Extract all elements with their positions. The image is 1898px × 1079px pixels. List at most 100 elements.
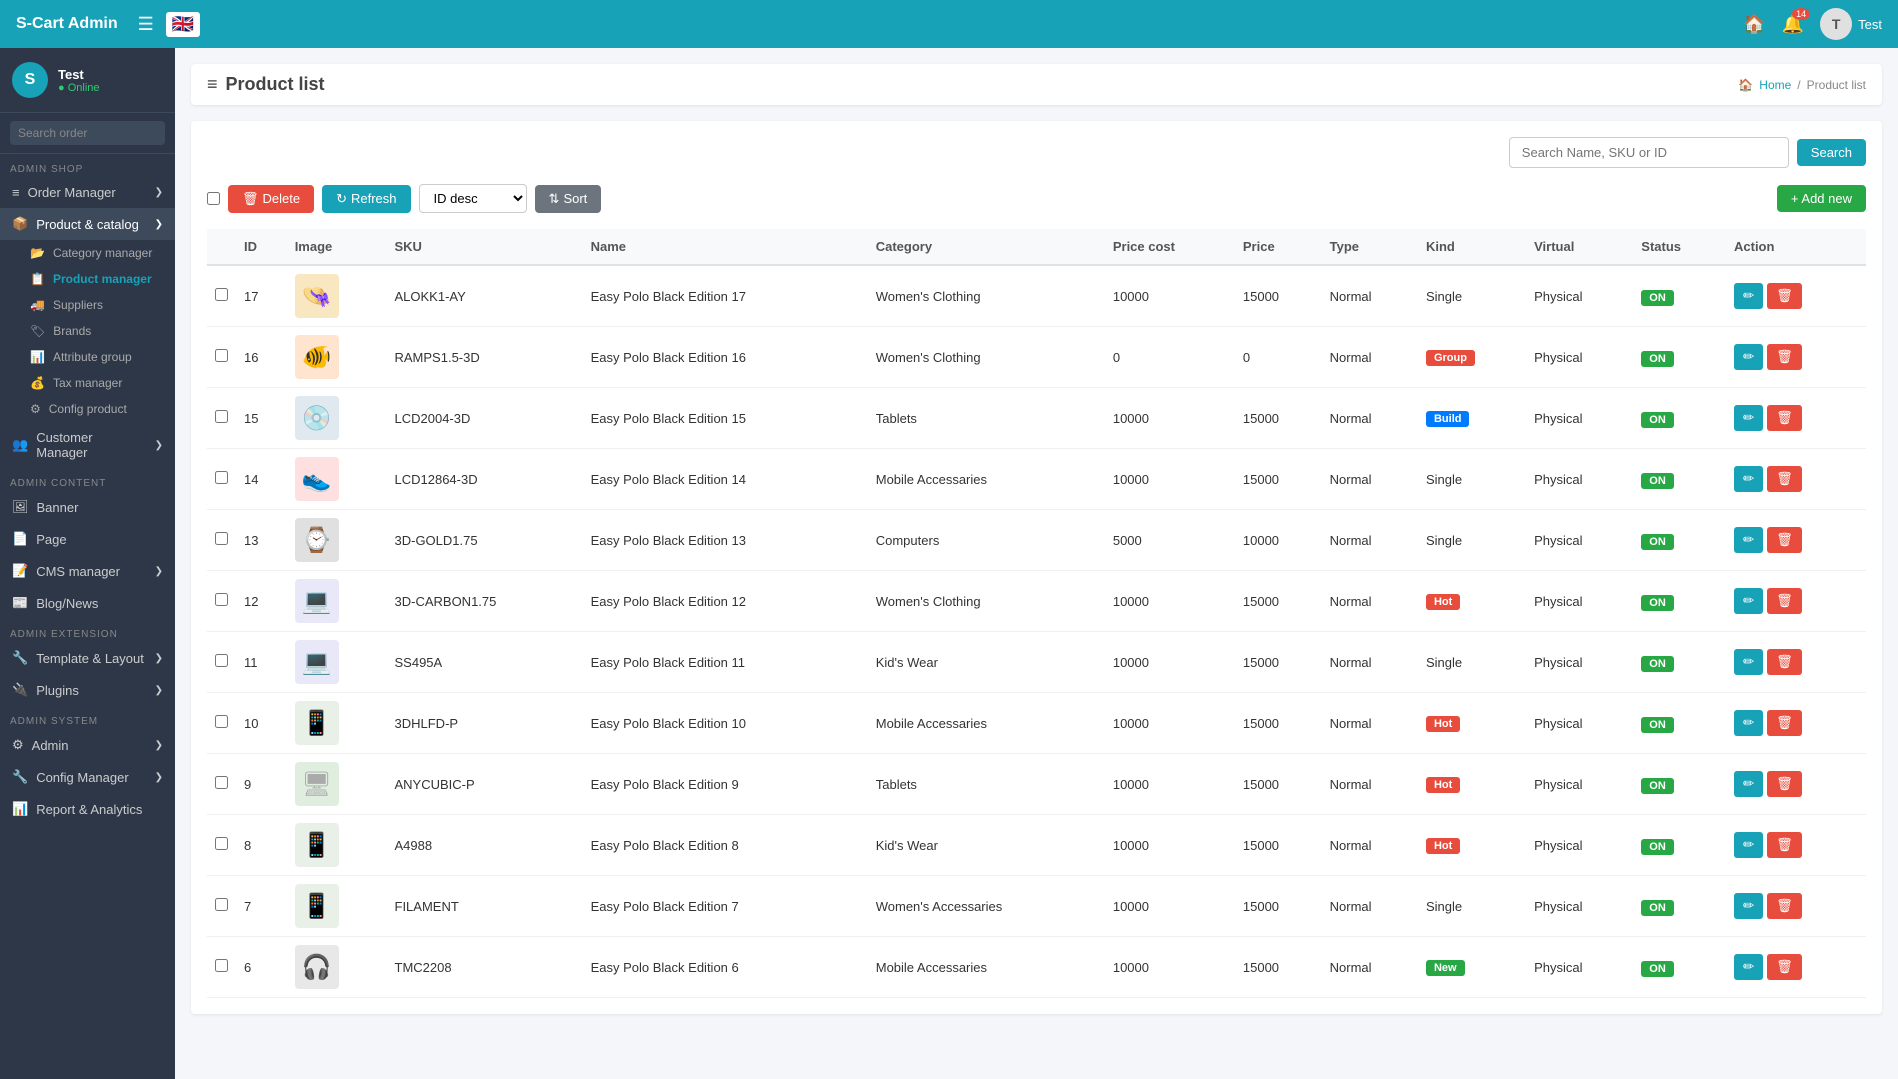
row-checkbox[interactable] (215, 715, 228, 728)
delete-row-button[interactable]: 🗑 (1767, 588, 1802, 614)
sidebar-item-plugins[interactable]: 🔌 Plugins ❯ (0, 674, 175, 706)
sidebar-item-page[interactable]: 📄 Page (0, 523, 175, 555)
category-icon: 📂 (30, 246, 45, 260)
sidebar-item-cms-manager[interactable]: 📝 CMS manager ❯ (0, 555, 175, 587)
search-input[interactable] (1509, 137, 1789, 168)
sort-button[interactable]: ⇅ Sort (535, 185, 602, 213)
delete-row-button[interactable]: 🗑 (1767, 771, 1802, 797)
sidebar-item-customer-manager[interactable]: 👥 Customer Manager ❯ (0, 422, 175, 468)
product-image: 👒 (295, 274, 339, 318)
delete-row-button[interactable]: 🗑 (1767, 466, 1802, 492)
delete-row-button[interactable]: 🗑 (1767, 344, 1802, 370)
row-kind: Single (1418, 449, 1526, 510)
edit-button[interactable]: ✏ (1734, 344, 1763, 370)
row-checkbox[interactable] (215, 593, 228, 606)
edit-button[interactable]: ✏ (1734, 710, 1763, 736)
refresh-button[interactable]: ↻ Refresh (322, 185, 410, 213)
edit-button[interactable]: ✏ (1734, 283, 1763, 309)
edit-button[interactable]: ✏ (1734, 771, 1763, 797)
sidebar-item-tax-manager[interactable]: 💰 Tax manager (0, 370, 175, 396)
blog-icon: 📰 (12, 595, 28, 611)
edit-button[interactable]: ✏ (1734, 466, 1763, 492)
select-all-checkbox[interactable] (207, 192, 220, 205)
section-admin-content: Admin Content (0, 472, 175, 491)
row-type: Normal (1322, 265, 1418, 327)
edit-button[interactable]: ✏ (1734, 527, 1763, 553)
row-checkbox[interactable] (215, 776, 228, 789)
search-button[interactable]: Search (1797, 139, 1866, 166)
status-badge: ON (1641, 717, 1674, 733)
sidebar-item-template-layout[interactable]: 🔧 Template & Layout ❯ (0, 642, 175, 674)
table-row: 10 📱 3DHLFD-P Easy Polo Black Edition 10… (207, 693, 1866, 754)
notification-badge: 14 (1792, 8, 1810, 20)
row-id: 11 (236, 632, 287, 693)
sidebar-item-suppliers[interactable]: 🚚 Suppliers (0, 292, 175, 318)
action-buttons: ✏ 🗑 (1734, 466, 1858, 492)
language-selector[interactable]: 🇬🇧 (166, 12, 200, 37)
row-id: 6 (236, 937, 287, 998)
edit-button[interactable]: ✏ (1734, 954, 1763, 980)
row-checkbox[interactable] (215, 288, 228, 301)
sidebar-item-product-catalog[interactable]: 📦 Product & catalog ❯ (0, 208, 175, 240)
row-checkbox[interactable] (215, 898, 228, 911)
row-checkbox[interactable] (215, 654, 228, 667)
row-price-cost: 5000 (1105, 510, 1235, 571)
edit-button[interactable]: ✏ (1734, 832, 1763, 858)
sidebar-item-banner[interactable]: 🖼 Banner (0, 491, 175, 523)
search-bar: Search (207, 137, 1866, 168)
delete-row-button[interactable]: 🗑 (1767, 527, 1802, 553)
row-checkbox-cell (207, 265, 236, 327)
edit-button[interactable]: ✏ (1734, 588, 1763, 614)
row-virtual: Physical (1526, 815, 1633, 876)
row-checkbox[interactable] (215, 532, 228, 545)
home-icon-btn[interactable]: 🏠 (1743, 14, 1765, 35)
sidebar-item-attribute-group[interactable]: 📊 Attribute group (0, 344, 175, 370)
edit-button[interactable]: ✏ (1734, 405, 1763, 431)
sidebar-item-admin[interactable]: ⚙ Admin ❯ (0, 729, 175, 761)
row-checkbox[interactable] (215, 410, 228, 423)
sort-select[interactable]: ID desc ID asc Name asc Name desc Price … (419, 184, 527, 213)
delete-row-button[interactable]: 🗑 (1767, 283, 1802, 309)
notification-btn[interactable]: 🔔 14 (1782, 14, 1804, 35)
menu-icon[interactable]: ☰ (138, 14, 154, 35)
status-badge: ON (1641, 290, 1674, 306)
customer-icon: 👥 (12, 437, 28, 453)
row-checkbox[interactable] (215, 837, 228, 850)
status-badge: ON (1641, 961, 1674, 977)
row-checkbox[interactable] (215, 349, 228, 362)
sidebar-item-blog-news[interactable]: 📰 Blog/News (0, 587, 175, 619)
delete-row-button[interactable]: 🗑 (1767, 954, 1802, 980)
sidebar-item-product-manager[interactable]: 📋 Product manager (0, 266, 175, 292)
sidebar-item-config-manager[interactable]: 🔧 Config Manager ❯ (0, 761, 175, 793)
sidebar-item-brands[interactable]: 🏷 Brands (0, 318, 175, 344)
sidebar-item-config-product[interactable]: ⚙ Config product (0, 396, 175, 422)
edit-button[interactable]: ✏ (1734, 649, 1763, 675)
delete-row-button[interactable]: 🗑 (1767, 710, 1802, 736)
row-price: 15000 (1235, 388, 1322, 449)
table-row: 11 💻 SS495A Easy Polo Black Edition 11 K… (207, 632, 1866, 693)
sidebar-item-category-manager[interactable]: 📂 Category manager (0, 240, 175, 266)
row-status: ON (1633, 815, 1726, 876)
delete-row-button[interactable]: 🗑 (1767, 405, 1802, 431)
edit-button[interactable]: ✏ (1734, 893, 1763, 919)
row-image: 💿 (287, 388, 387, 449)
breadcrumb-bar: ≡ Product list 🏠 Home / Product list (191, 64, 1882, 105)
delete-row-button[interactable]: 🗑 (1767, 893, 1802, 919)
delete-row-button[interactable]: 🗑 (1767, 832, 1802, 858)
delete-row-button[interactable]: 🗑 (1767, 649, 1802, 675)
user-menu-btn[interactable]: T Test (1820, 8, 1882, 40)
row-checkbox[interactable] (215, 471, 228, 484)
row-status: ON (1633, 327, 1726, 388)
add-new-button[interactable]: + Add new (1777, 185, 1866, 212)
breadcrumb-home[interactable]: Home (1759, 78, 1791, 92)
sidebar-item-order-manager[interactable]: ≡ Order Manager ❯ (0, 177, 175, 208)
search-order-input[interactable] (10, 121, 165, 145)
table-row: 13 ⌚ 3D-GOLD1.75 Easy Polo Black Edition… (207, 510, 1866, 571)
row-checkbox[interactable] (215, 959, 228, 972)
row-price-cost: 10000 (1105, 449, 1235, 510)
table-row: 9 🖥 ANYCUBIC-P Easy Polo Black Edition 9… (207, 754, 1866, 815)
product-arrow: ❯ (155, 219, 163, 230)
main-content: ≡ Product list 🏠 Home / Product list Sea… (175, 48, 1898, 1079)
delete-button[interactable]: 🗑 Delete (228, 185, 314, 213)
sidebar-item-report-analytics[interactable]: 📊 Report & Analytics (0, 793, 175, 825)
